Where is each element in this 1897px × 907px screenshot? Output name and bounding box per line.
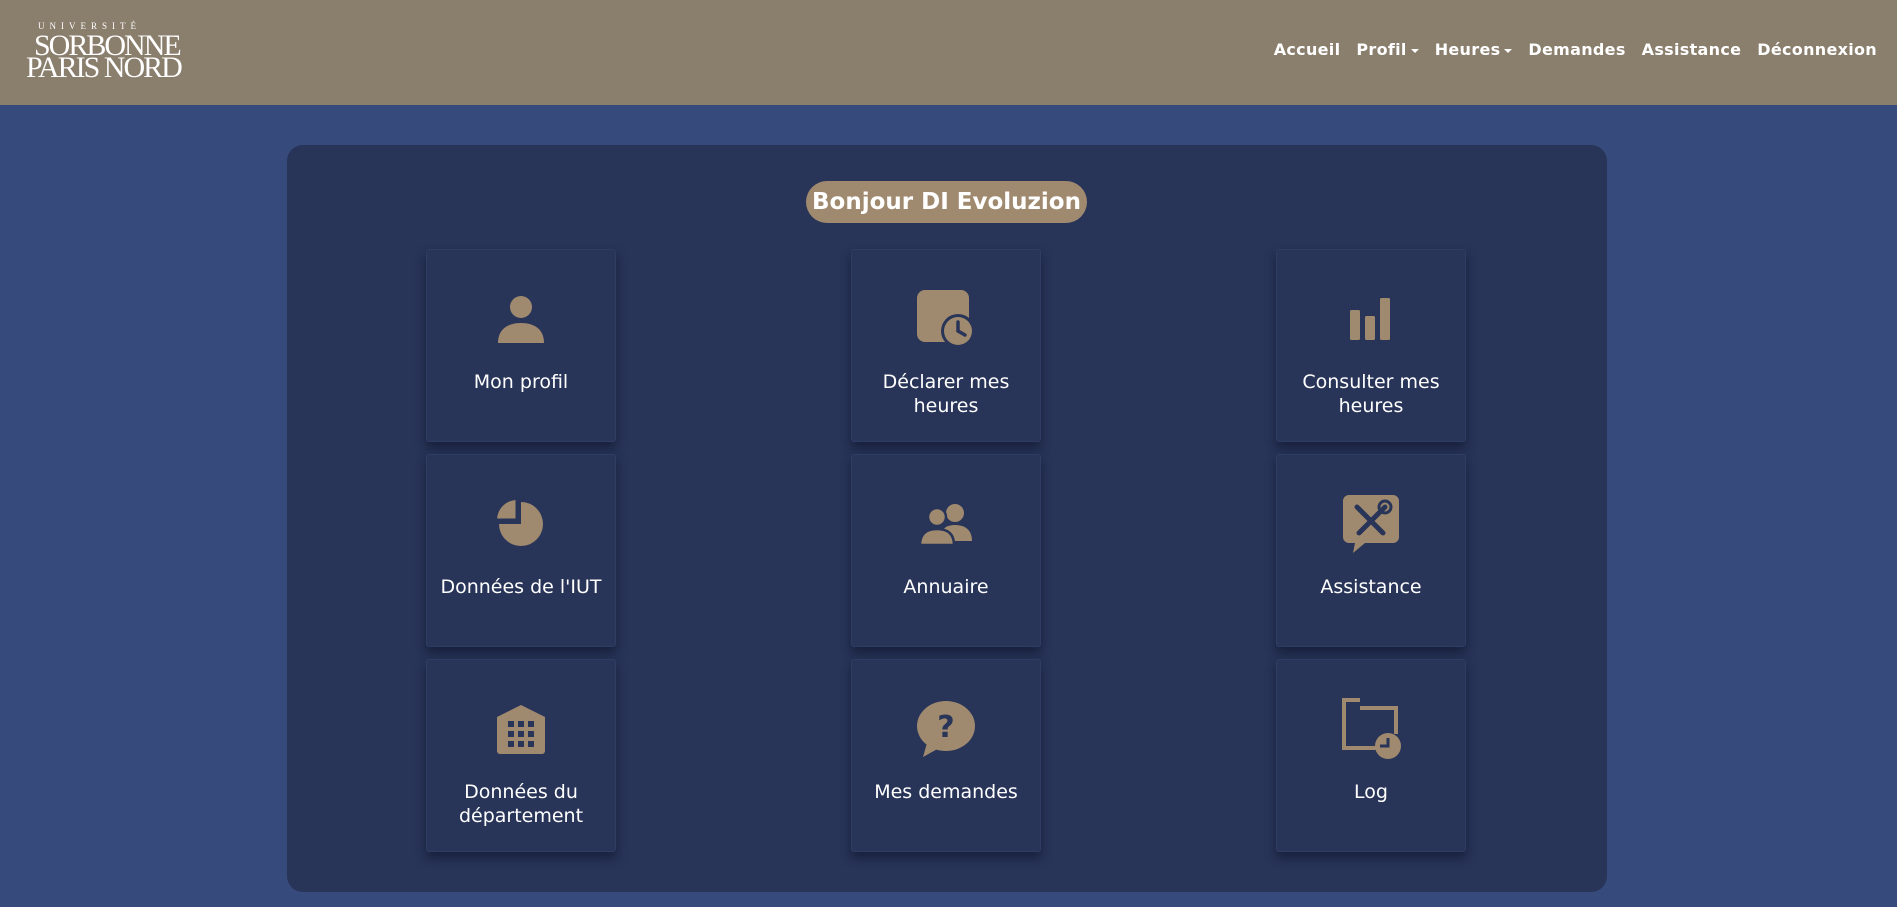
card-consulter-heures[interactable]: Consulter mes heures: [1276, 249, 1466, 442]
caret-down-icon: [1504, 48, 1513, 53]
card-mes-demandes[interactable]: ? Mes demandes: [851, 659, 1041, 852]
nav-profil-label: Profil: [1356, 40, 1407, 59]
nav-demandes-label: Demandes: [1528, 40, 1626, 59]
top-navbar: UNIVERSITÉ SORBONNE PARIS NORD Accueil P…: [0, 0, 1897, 105]
nav-assistance[interactable]: Assistance: [1642, 40, 1742, 59]
log-folder-clock-icon: [1340, 698, 1402, 760]
main-nav: Accueil Profil Heures Demandes Assistanc…: [1258, 40, 1877, 59]
nav-demandes[interactable]: Demandes: [1528, 40, 1625, 59]
card-label: Données de l'IUT: [440, 576, 602, 598]
logo-line-3: PARIS NORD: [26, 51, 183, 84]
card-assistance[interactable]: Assistance: [1276, 454, 1466, 647]
building-icon: [490, 698, 552, 760]
calendar-clock-icon: [915, 288, 977, 350]
nav-accueil-label: Accueil: [1273, 40, 1341, 59]
card-annuaire[interactable]: Annuaire: [851, 454, 1041, 647]
nav-assistance-label: Assistance: [1641, 40, 1742, 59]
card-donnees-iut[interactable]: Données de l'IUT: [426, 454, 616, 647]
user-icon: [490, 288, 552, 350]
pie-chart-icon: [490, 493, 552, 555]
card-log[interactable]: Log: [1276, 659, 1466, 852]
nav-deconnexion[interactable]: Déconnexion: [1757, 40, 1877, 59]
card-label: Mon profil: [473, 371, 569, 393]
nav-profil-dropdown[interactable]: Profil: [1356, 40, 1419, 59]
bar-chart-icon: [1340, 288, 1402, 350]
card-label: Déclarer mes heures: [882, 371, 1010, 417]
card-label: Assistance: [1320, 576, 1422, 598]
card-label: Annuaire: [903, 576, 989, 598]
card-mon-profil[interactable]: Mon profil: [426, 249, 616, 442]
nav-heures-label: Heures: [1434, 40, 1501, 59]
nav-heures-dropdown[interactable]: Heures: [1435, 40, 1513, 59]
card-label: Consulter mes heures: [1302, 371, 1440, 417]
card-donnees-departement[interactable]: Données du département: [426, 659, 616, 852]
university-logo[interactable]: UNIVERSITÉ SORBONNE PARIS NORD: [24, 22, 184, 84]
nav-accueil[interactable]: Accueil: [1274, 40, 1341, 59]
users-icon: [915, 493, 977, 555]
card-declarer-heures[interactable]: Déclarer mes heures: [851, 249, 1041, 442]
card-label: Mes demandes: [874, 781, 1018, 803]
caret-down-icon: [1410, 48, 1419, 53]
tools-chat-icon: [1340, 493, 1402, 555]
question-chat-icon: ?: [915, 698, 977, 760]
greeting-badge: Bonjour DI Evoluzion: [806, 181, 1087, 223]
card-label: Données du département: [458, 781, 584, 827]
svg-text:?: ?: [937, 710, 954, 745]
nav-deconnexion-label: Déconnexion: [1757, 40, 1877, 59]
card-label: Log: [1354, 781, 1388, 803]
